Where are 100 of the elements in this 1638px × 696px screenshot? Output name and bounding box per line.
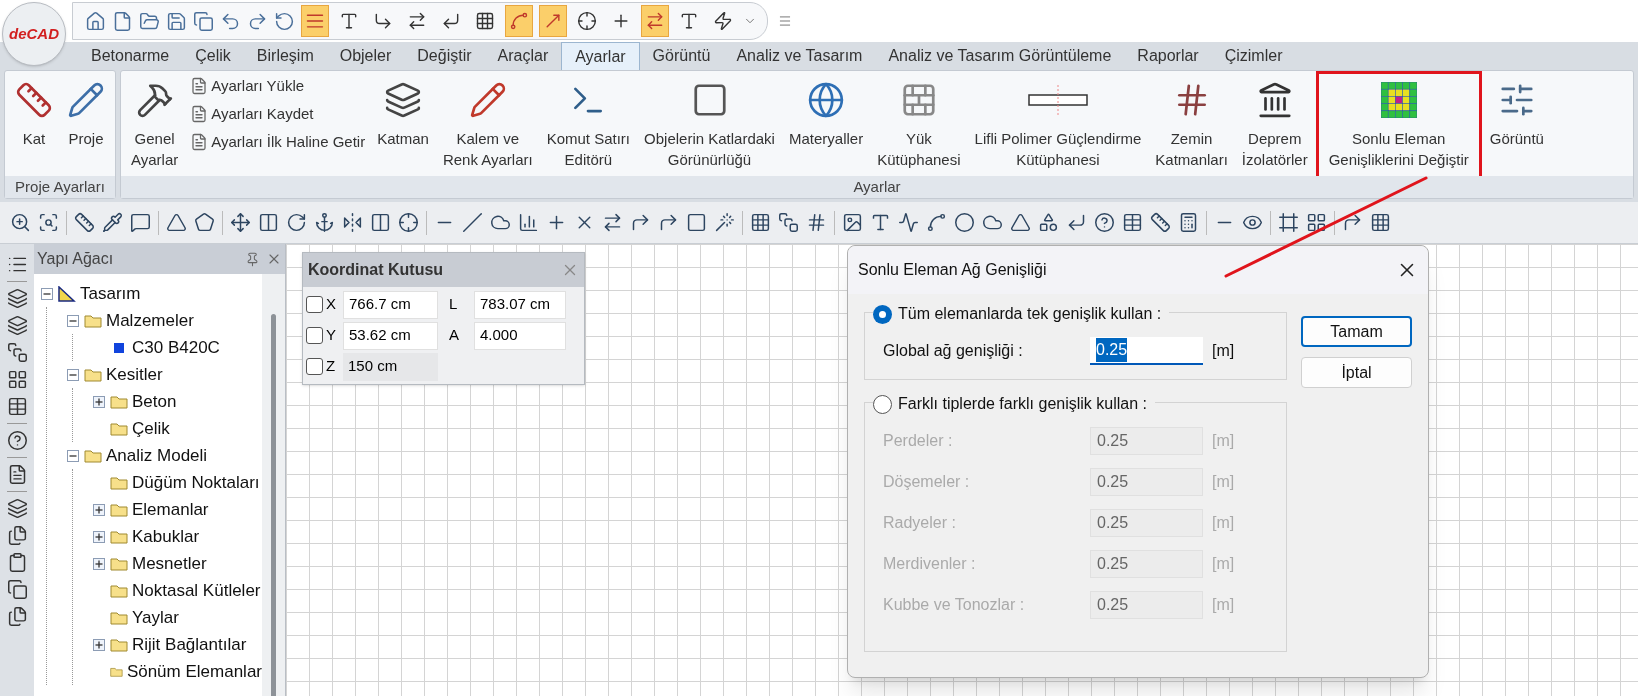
layers-icon[interactable] <box>6 288 28 309</box>
move-icon[interactable] <box>230 212 251 233</box>
ribbon-tab[interactable]: Raporlar <box>1124 42 1212 70</box>
tree-item[interactable]: Çelik <box>132 415 170 442</box>
ribbon-tab[interactable]: Çizimler <box>1211 42 1296 70</box>
files-icon[interactable] <box>6 606 28 627</box>
readout-field[interactable]: 783.07 cm <box>474 290 566 319</box>
polygon-icon[interactable] <box>194 212 215 233</box>
toolbar-toggle[interactable] <box>539 5 567 37</box>
tree-item[interactable]: Kabuklar <box>132 523 200 550</box>
collapse-toggle[interactable] <box>67 314 79 327</box>
collapse-toggle[interactable] <box>67 449 79 462</box>
layers-icon[interactable] <box>6 498 28 519</box>
readout-field[interactable]: 4.000 <box>474 321 566 350</box>
tree-item[interactable]: Malzemeler <box>106 307 194 334</box>
calculator-icon[interactable] <box>1178 212 1199 233</box>
tree-item[interactable]: Rijit Bağlantılar <box>132 631 247 658</box>
text-icon[interactable] <box>870 212 891 233</box>
radio-button[interactable] <box>873 394 892 414</box>
ribbon-button[interactable]: Objelerin Katlardaki Görünürlüğü <box>638 71 781 176</box>
circle-icon[interactable] <box>954 212 975 233</box>
rotate-icon[interactable] <box>286 212 307 233</box>
triangle-icon[interactable] <box>166 212 187 233</box>
shapes-icon[interactable] <box>1038 212 1059 233</box>
tree-item[interactable]: Mesnetler <box>132 550 207 577</box>
frame-icon[interactable] <box>1278 212 1299 233</box>
ribbon-tab[interactable]: Analiz ve Tasarım <box>723 42 876 70</box>
files-icon[interactable] <box>6 525 28 546</box>
toolbar-toggle[interactable] <box>301 5 329 37</box>
scrollbar[interactable] <box>271 314 276 696</box>
ribbon-small-button[interactable]: Ayarları Kaydet <box>190 101 366 127</box>
collapse-toggle[interactable] <box>41 287 53 300</box>
stack-icon[interactable] <box>778 212 799 233</box>
option-label[interactable]: Tüm elemanlarda tek genişlik kullan : <box>898 302 1162 326</box>
ribbon-tab[interactable]: Analiz ve Tasarım Görüntüleme <box>875 42 1125 70</box>
mirror-icon[interactable] <box>342 212 363 233</box>
ribbon-button[interactable]: Görüntü <box>1483 71 1550 176</box>
tree-item[interactable]: Düğüm Noktaları <box>132 469 260 496</box>
tree-item[interactable]: Kesitler <box>106 361 163 388</box>
note-icon[interactable] <box>130 212 151 233</box>
new-file-icon[interactable] <box>112 10 133 32</box>
expand-toggle[interactable] <box>93 395 105 408</box>
ribbon-button[interactable]: Lifli Polimer Güçlendirme Kütüphanesi <box>968 71 1148 176</box>
ribbon-tab[interactable]: Araçlar <box>484 42 562 70</box>
zoom-in-icon[interactable] <box>10 212 31 233</box>
layers-icon[interactable] <box>6 315 28 336</box>
radio-button[interactable] <box>873 304 892 324</box>
curve-icon[interactable] <box>926 212 947 233</box>
bar-chart-icon[interactable] <box>518 212 539 233</box>
expand-toggle[interactable] <box>93 530 105 543</box>
tree-item[interactable]: Yaylar <box>132 604 179 631</box>
checkbox[interactable] <box>306 296 323 313</box>
ribbon-button[interactable]: Materyaller <box>782 71 870 176</box>
hash-icon[interactable] <box>806 212 827 233</box>
dialog-button[interactable]: İptal <box>1301 357 1412 388</box>
ribbon-button[interactable]: Komut Satırı Editörü <box>540 71 637 176</box>
anchor-icon[interactable] <box>314 212 335 233</box>
checkbox[interactable] <box>306 327 323 344</box>
table-icon[interactable] <box>1122 212 1143 233</box>
coordinate-field[interactable]: 53.62 cm <box>343 321 438 350</box>
ribbon-button[interactable]: Katman <box>371 71 435 176</box>
help-icon[interactable] <box>6 430 28 451</box>
tree-item[interactable]: Beton <box>132 388 177 415</box>
help-icon[interactable] <box>1094 212 1115 233</box>
ribbon-tab[interactable]: Birleşim <box>243 42 327 70</box>
zigzag-icon[interactable] <box>898 212 919 233</box>
tree-item[interactable]: Analiz Modeli <box>106 442 208 469</box>
rotate-icon[interactable] <box>274 10 295 32</box>
tree-item[interactable]: Sönüm Elemanlar <box>126 658 262 685</box>
ribbon-button[interactable]: Kalem ve Renk Ayarları <box>436 71 539 176</box>
coordinate-field[interactable]: 766.7 cm <box>343 290 438 319</box>
crosshair-icon[interactable] <box>398 212 419 233</box>
home-icon[interactable] <box>85 10 106 32</box>
dialog-button[interactable]: Tamam <box>1301 316 1412 347</box>
expand-toggle[interactable] <box>93 638 105 651</box>
ribbon-button[interactable]: Genel Ayarlar <box>125 71 185 176</box>
folder-icon[interactable] <box>139 10 160 32</box>
tree-item[interactable]: Noktasal Kütleler <box>132 577 261 604</box>
ribbon-small-button[interactable]: Ayarları İlk Haline Getir <box>190 129 366 155</box>
corner-icon[interactable] <box>630 212 651 233</box>
ribbon-tab[interactable]: Çelik <box>182 42 244 70</box>
toolbar-toggle[interactable] <box>505 5 533 37</box>
ribbon-tab[interactable]: Betonarme <box>78 42 183 70</box>
layout-icon[interactable] <box>6 369 28 390</box>
ribbon-tab[interactable]: Görüntü <box>639 42 724 70</box>
ribbon-button[interactable]: Proje <box>61 71 111 176</box>
square-icon[interactable] <box>686 212 707 233</box>
zoom-window-icon[interactable] <box>38 212 59 233</box>
tree-item[interactable]: Tasarım <box>80 280 141 307</box>
arrow-icon[interactable] <box>1342 212 1363 233</box>
tree-item[interactable]: Elemanlar <box>132 496 209 523</box>
pipette-icon[interactable] <box>102 212 123 233</box>
tree-item[interactable]: C30 B420C <box>132 334 220 361</box>
triangle-icon[interactable] <box>1010 212 1031 233</box>
stack-icon[interactable] <box>6 342 28 363</box>
ribbon-tab[interactable]: Ayarlar <box>561 42 640 70</box>
copy-icon[interactable] <box>6 579 28 600</box>
corner-icon[interactable] <box>658 212 679 233</box>
ribbon-button[interactable]: Zemin Katmanları <box>1149 71 1234 176</box>
pin-icon[interactable] <box>245 251 260 267</box>
